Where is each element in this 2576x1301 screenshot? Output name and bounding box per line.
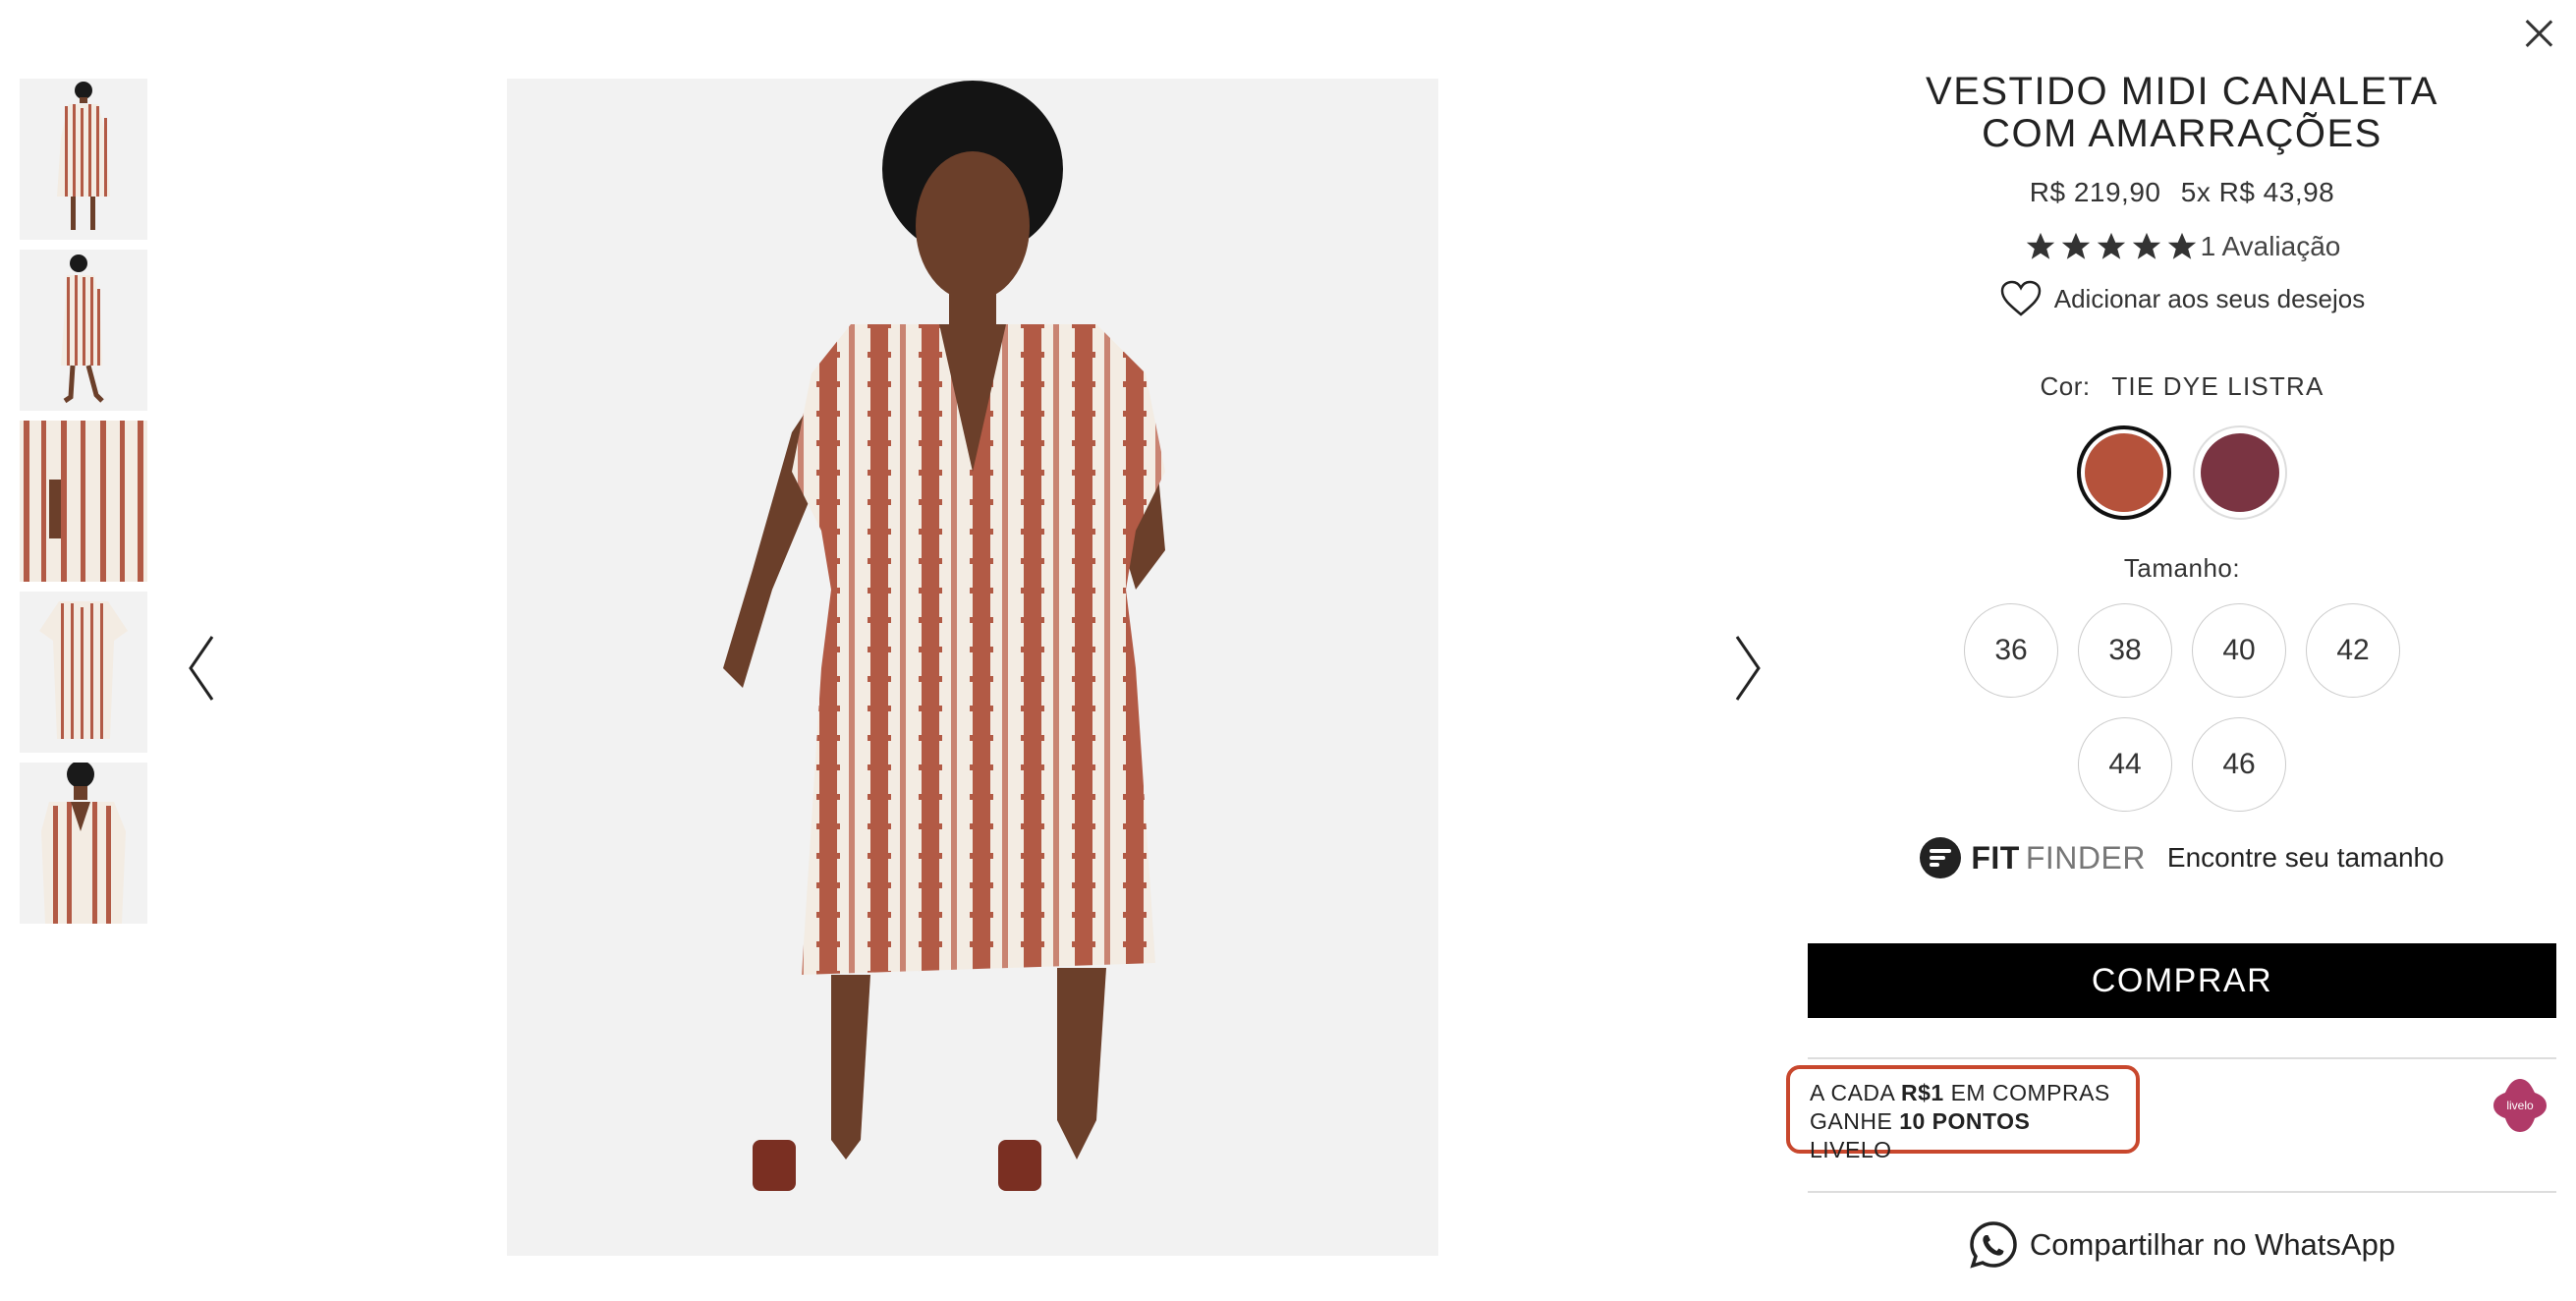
livelo-logo-text: livelo (2506, 1099, 2534, 1112)
fit-finder-link[interactable]: FIT FINDER Encontre seu tamanho (1808, 837, 2556, 878)
model-in-dress-image (507, 79, 1438, 1256)
thumbnail-2[interactable] (20, 250, 147, 411)
main-product-image (507, 79, 1438, 1256)
swatch-fill (2085, 433, 2163, 512)
close-button[interactable] (2521, 16, 2556, 51)
star-rating (2024, 230, 2199, 263)
previous-image-button[interactable] (183, 629, 222, 707)
color-swatches (1808, 425, 2556, 520)
buy-button[interactable]: COMPRAR (1808, 943, 2556, 1018)
chevron-right-icon (1735, 636, 1761, 701)
thumbnail-3[interactable] (20, 421, 147, 582)
add-to-wishlist-button[interactable]: Adicionar aos seus desejos (1808, 279, 2556, 318)
color-swatch-tie-dye[interactable] (2077, 425, 2171, 520)
size-option-44[interactable]: 44 (2078, 717, 2172, 812)
product-price: R$ 219,90 (2029, 177, 2161, 207)
dress-detail-image (20, 421, 147, 582)
thumbnail-list (20, 79, 147, 933)
livelo-text: GANHE (1810, 1108, 1893, 1134)
livelo-text: EM COMPRAS (1950, 1080, 2110, 1105)
product-title: VESTIDO MIDI CANALETA COM AMARRAÇÕES (1926, 70, 2438, 155)
size-option-36[interactable]: 36 (1964, 603, 2058, 698)
thumbnail-5[interactable] (20, 763, 147, 924)
whatsapp-icon (1970, 1221, 2017, 1269)
dress-closeup-image (20, 763, 147, 924)
color-label-row: Cor: TIE DYE LISTRA (1808, 371, 2556, 402)
size-option-38[interactable]: 38 (2078, 603, 2172, 698)
dress-flat-image (20, 592, 147, 753)
dress-front-image (20, 79, 147, 240)
color-label: Cor: (2040, 371, 2091, 401)
fit-finder-icon (1920, 837, 1962, 878)
fit-finder-brand-bold: FIT (1971, 839, 2020, 876)
reviews-count: 1 Avaliação (2200, 231, 2341, 261)
livelo-line-1: A CADA R$1 EM COMPRAS (1810, 1079, 2116, 1107)
size-option-46[interactable]: 46 (2192, 717, 2286, 812)
price-row: R$ 219,90 5x R$ 43,98 (1808, 177, 2556, 208)
selected-color: TIE DYE LISTRA (2111, 371, 2324, 401)
livelo-text: A CADA (1810, 1080, 1895, 1105)
thumbnail-1[interactable] (20, 79, 147, 240)
thumbnail-4[interactable] (20, 592, 147, 753)
star-icon (2097, 232, 2125, 259)
livelo-text-bold: 10 PONTOS (1899, 1108, 2031, 1134)
next-image-button[interactable] (1727, 629, 1766, 707)
find-your-size-text: Encontre seu tamanho (2166, 842, 2444, 873)
fit-finder-brand-light: FINDER (2025, 839, 2146, 876)
livelo-points-banner: A CADA R$1 EM COMPRAS GANHE 10 PONTOS LI… (1786, 1065, 2140, 1162)
livelo-text: LIVELO (1810, 1137, 1892, 1162)
livelo-section: A CADA R$1 EM COMPRAS GANHE 10 PONTOS LI… (1786, 1059, 2556, 1191)
wishlist-label: Adicionar aos seus desejos (2053, 283, 2366, 313)
dress-back-image (20, 250, 147, 411)
fit-finder-logo: FIT FINDER (1920, 837, 2146, 878)
product-details-panel: VESTIDO MIDI CANALETA COM AMARRAÇÕES R$ … (1786, 70, 2556, 1270)
size-option-42[interactable]: 42 (2306, 603, 2400, 698)
fit-finder-brand: FIT FINDER (1971, 840, 2146, 877)
star-icon (2167, 232, 2196, 259)
rating-row[interactable]: 1 Avaliação (1808, 230, 2556, 263)
livelo-text-bold: R$1 (1901, 1080, 1944, 1105)
size-label: Tamanho: (2123, 553, 2241, 583)
share-whatsapp-label: Compartilhar no WhatsApp (2029, 1227, 2396, 1262)
heart-icon (2000, 280, 2041, 316)
star-icon (2132, 232, 2160, 259)
chevron-left-icon (189, 636, 214, 701)
star-icon (2026, 232, 2054, 259)
installment-price: 5x R$ 43,98 (2180, 177, 2335, 207)
color-swatch-wine[interactable] (2193, 425, 2287, 520)
livelo-logo: livelo (2493, 1079, 2547, 1132)
livelo-line-2: GANHE 10 PONTOS LIVELO (1810, 1107, 2116, 1164)
size-options: 36 38 40 42 44 46 (1956, 603, 2408, 812)
divider (1808, 1191, 2556, 1193)
swatch-fill (2201, 433, 2279, 512)
share-whatsapp-button[interactable]: Compartilhar no WhatsApp (1808, 1220, 2556, 1270)
size-option-40[interactable]: 40 (2192, 603, 2286, 698)
star-icon (2061, 232, 2090, 259)
